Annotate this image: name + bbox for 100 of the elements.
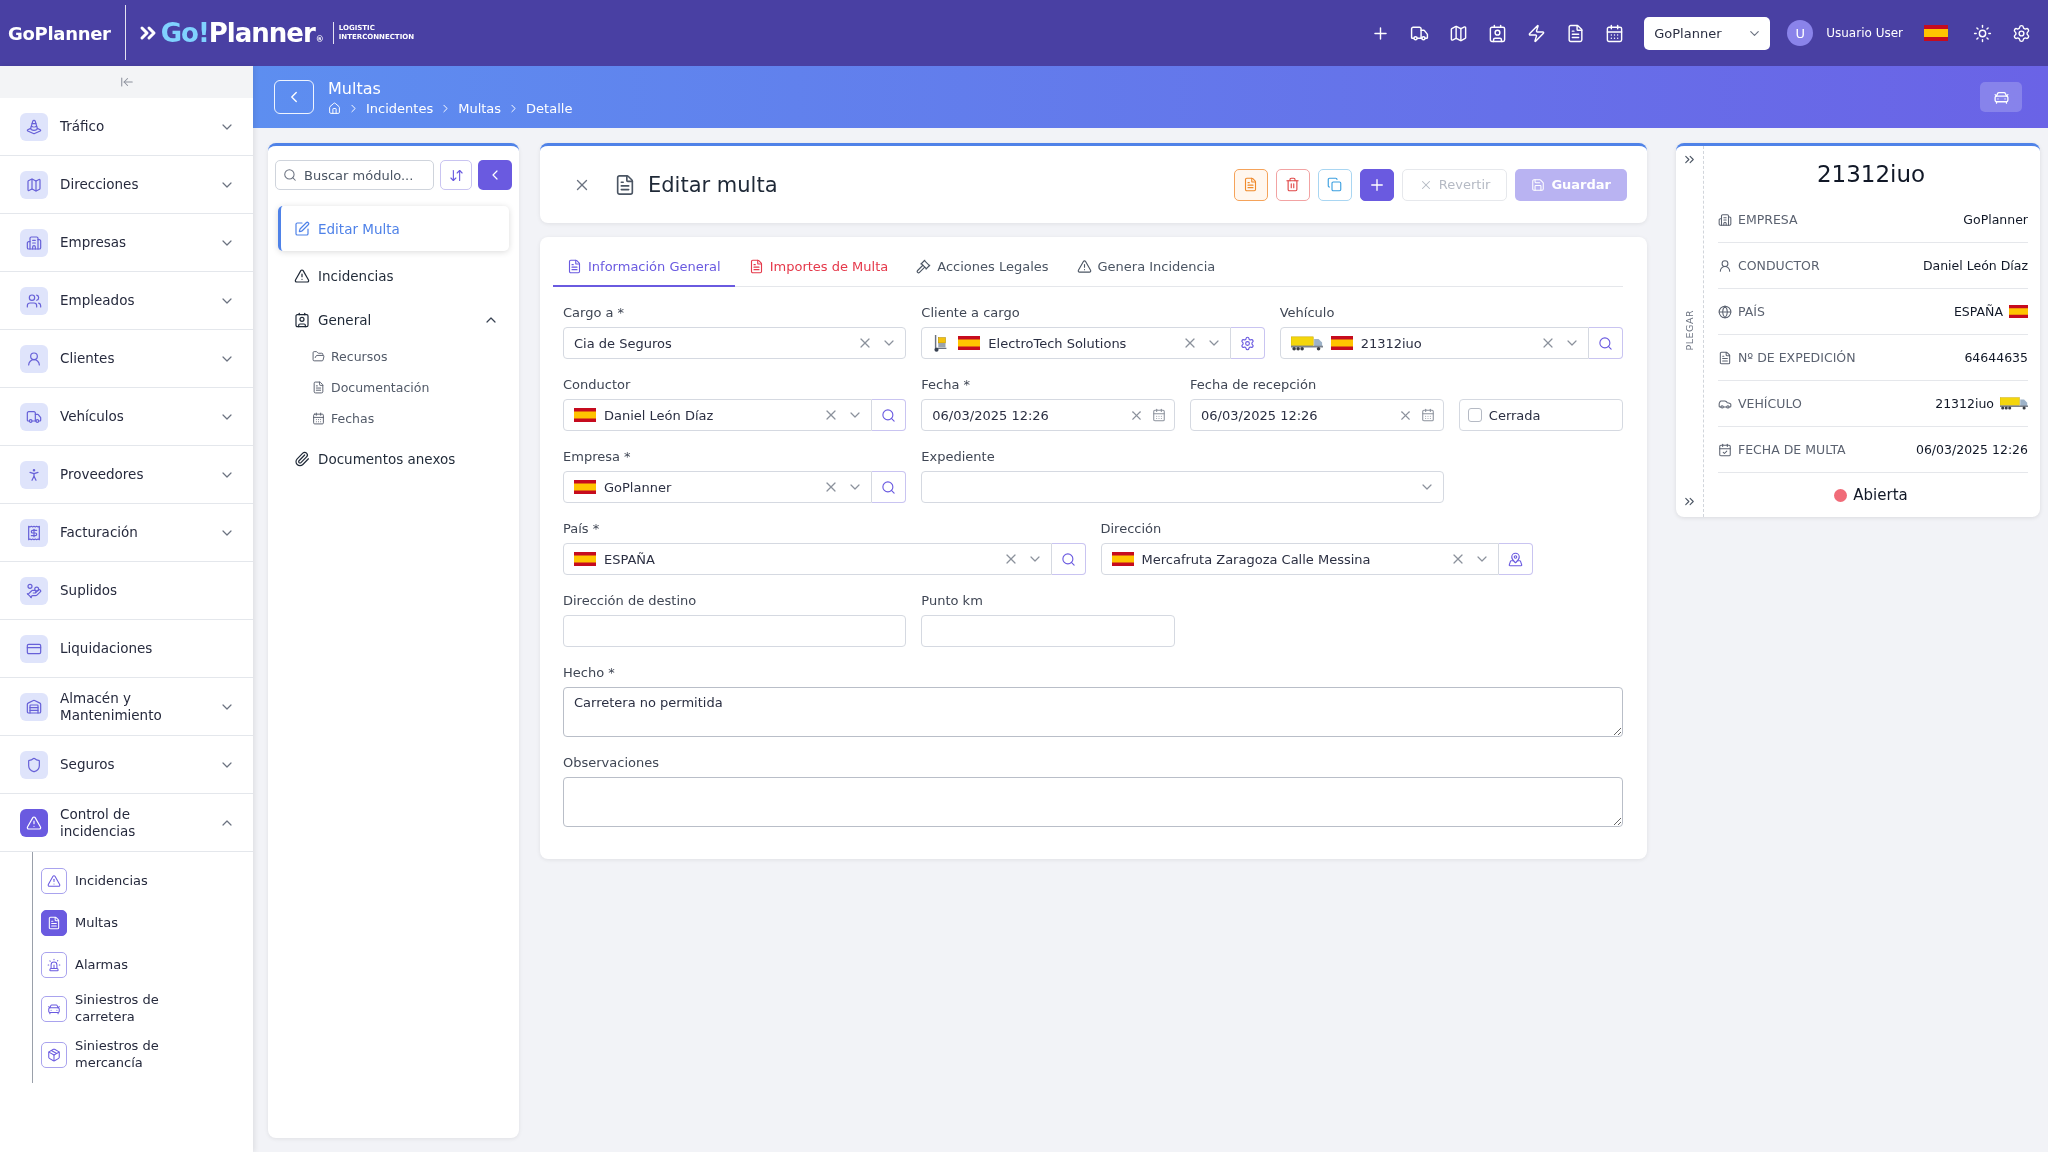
settings-button[interactable] [1230,327,1265,359]
sidebar-item[interactable]: Seguros [0,736,253,794]
field-label: Fecha de recepción [1190,376,1317,394]
select-field[interactable]: Cia de Seguros [563,327,907,359]
date-field[interactable]: 06/03/2025 12:26 [1190,399,1444,431]
sidebar-subitem[interactable]: Incidencias [41,863,253,899]
sidebar-item[interactable]: Direcciones [0,156,253,214]
sidebar-item[interactable]: Suplidos [0,562,253,620]
summary-value: ESPAÑA [1953,304,2003,319]
truck-icon [2000,397,2028,410]
module-subitem[interactable]: Fechas [275,403,512,434]
field-label: Dirección de destino [563,592,697,610]
delete-button[interactable] [1275,168,1310,201]
document-button[interactable] [1233,168,1268,201]
sidebar-item[interactable]: Vehículos [0,388,253,446]
select-field[interactable] [921,471,1444,503]
flag-icon [1924,25,1948,41]
tab[interactable]: Genera Incidencia [1062,247,1230,287]
summary-label: FECHA DE MULTA [1738,442,1846,457]
search-button[interactable] [1051,543,1086,575]
collapse-label[interactable]: PLEGAR [1684,310,1695,351]
text-field[interactable] [921,615,1176,647]
select-field[interactable]: ElectroTech Solutions [921,327,1231,359]
sidebar-item[interactable]: Control de incidencias [0,794,253,852]
summary-label: EMPRESA [1738,212,1798,227]
calendar-icon [1604,23,1624,43]
search-icon [881,407,897,423]
sidebar-item[interactable]: Clientes [0,330,253,388]
sort-button[interactable] [440,160,472,190]
edit-icon [294,220,310,237]
search-button[interactable] [872,471,907,503]
search-icon [1060,551,1076,567]
summary-label: Nº DE EXPEDICIÓN [1738,350,1856,365]
summary-label: VEHÍCULO [1738,396,1802,411]
select-field[interactable]: Daniel León Díaz [563,399,873,431]
building-icon [1718,212,1732,227]
sidebar-subitem[interactable]: Alarmas [41,947,253,983]
date-field[interactable]: 06/03/2025 12:26 [921,399,1176,431]
paperclip-icon [294,451,310,467]
search-icon [1598,335,1613,351]
back-button[interactable] [274,80,314,114]
document-icon [748,258,764,274]
field-label: País * [563,520,600,538]
sidebar-subitem[interactable]: Siniestros de carretera [41,989,253,1029]
add-button[interactable] [1359,168,1394,201]
sidebar-item[interactable]: Facturación [0,504,253,562]
sidebar-item[interactable]: Proveedores [0,446,253,504]
module-item[interactable]: General [278,301,509,339]
search-field[interactable]: Buscar módulo... [275,160,434,190]
back-button[interactable] [478,160,512,190]
select-field[interactable]: Mercafruta Zaragoza Calle Messina [1100,543,1500,575]
company-select[interactable]: GoPlanner [1644,16,1771,50]
summary-value: 21312iuo [1935,396,1994,411]
sidebar-item[interactable]: Almacén y Mantenimiento [0,678,253,736]
sidebar-item[interactable]: Liquidaciones [0,620,253,678]
sidebar-subitem[interactable]: Siniestros de mercancía [41,1034,253,1075]
search-icon [881,479,897,495]
user-name: Usuario User [1826,26,1903,40]
checkbox[interactable] [1467,408,1482,422]
select-field[interactable]: ESPAÑA [563,543,1052,575]
sidebar-item[interactable]: Empleados [0,272,253,330]
summary-title: 21312iuo [1816,160,1926,189]
search-button[interactable] [1589,327,1623,359]
sidebar-item[interactable]: Empresas [0,214,253,272]
module-subitem[interactable]: Recursos [275,341,512,372]
field-label: Observaciones [563,754,659,772]
copy-button[interactable] [1317,168,1352,201]
brand-name: GoPlanner [8,22,111,44]
sidebar-item[interactable]: Tráfico [0,98,253,156]
map-icon [1448,23,1468,43]
car-button[interactable] [1980,82,2022,112]
summary-label: CONDUCTOR [1738,258,1820,273]
search-button[interactable] [872,399,907,431]
map-pin-icon [1508,551,1524,567]
tab[interactable]: Acciones Legales [902,247,1063,287]
text-area[interactable]: Carretera no permitida [563,687,1623,737]
search-icon [283,168,297,182]
sidebar-subitem[interactable]: Multas [41,905,253,941]
user-icon [1718,258,1732,273]
map-button[interactable] [1499,543,1534,575]
logo-wordmark: Go!Planner® [160,18,324,48]
module-subitem[interactable]: Documentación [275,372,512,403]
text-field[interactable] [563,615,907,647]
sun-icon [1972,23,1992,43]
select-field[interactable]: GoPlanner [563,471,873,503]
select-field[interactable]: 21312iuo [1279,327,1589,359]
sort-icon [448,167,464,183]
globe-icon [1718,304,1732,319]
tab[interactable]: Información General [553,247,735,287]
summary-value: 06/03/2025 12:26 [1915,442,2028,457]
calendar-icon [1420,408,1435,422]
module-item[interactable]: Editar Multa [278,206,509,251]
module-item[interactable]: Incidencias [278,257,509,295]
module-item[interactable]: Documentos anexos [278,440,509,478]
gavel-icon [916,258,932,274]
breadcrumb-current: Detalle [526,100,573,116]
tab[interactable]: Importes de Multa [734,247,903,287]
summary-label: PAÍS [1738,304,1765,319]
checkbox-field[interactable]: Cerrada [1458,399,1623,431]
save-icon [1531,177,1546,192]
